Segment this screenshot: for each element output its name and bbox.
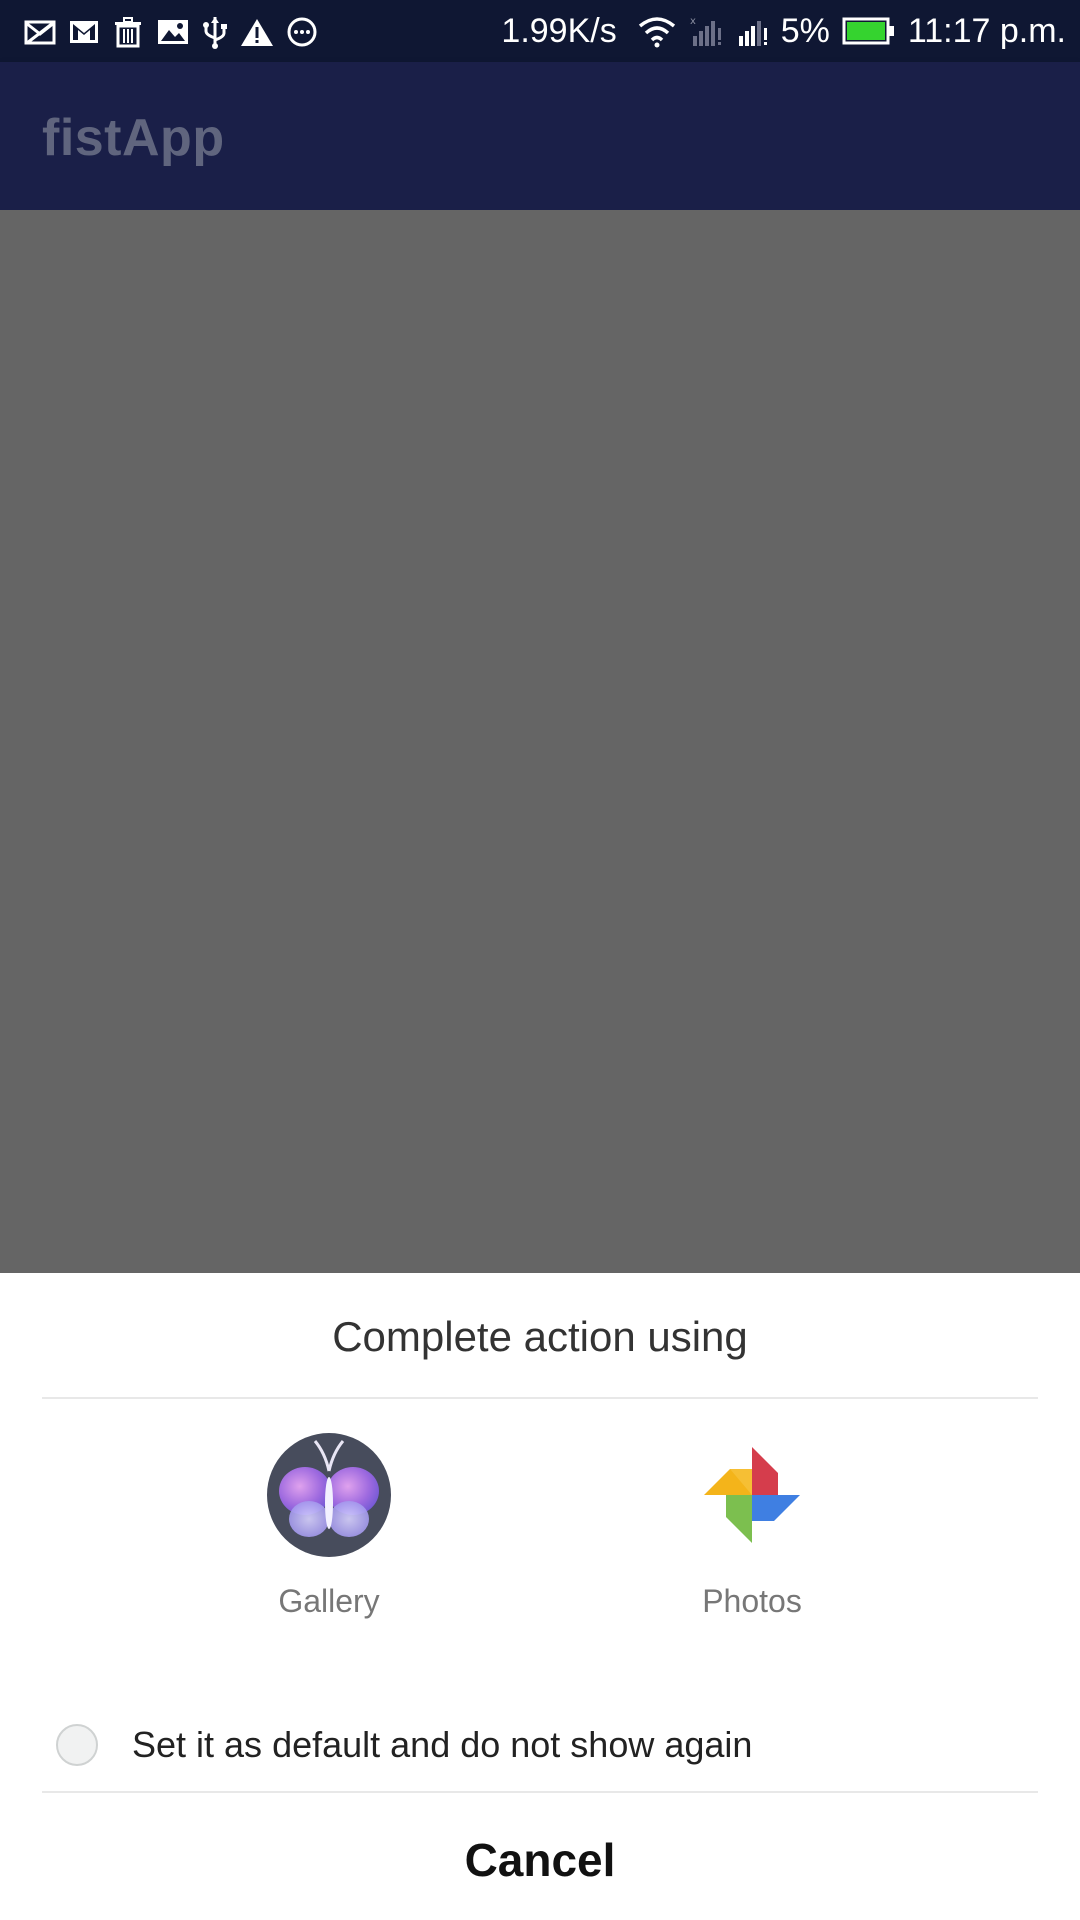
network-speed: 1.99K/s xyxy=(501,11,617,50)
mail-blocked-icon xyxy=(24,20,56,45)
gallery-butterfly-icon xyxy=(267,1433,391,1557)
set-default-checkbox[interactable] xyxy=(56,1724,98,1766)
app-option-photos[interactable]: Photos xyxy=(642,1433,862,1633)
wifi-icon xyxy=(638,17,675,48)
clock: 11:17 p.m. xyxy=(907,11,1066,50)
cancel-button[interactable]: Cancel xyxy=(0,1833,1080,1887)
app-option-label: Gallery xyxy=(278,1583,380,1619)
status-bar: 1.99K/s x 5% 11:17 p.m. xyxy=(0,0,1080,62)
notification-icons xyxy=(24,13,318,51)
app-option-label: Photos xyxy=(702,1583,802,1619)
svg-text:x: x xyxy=(690,16,696,27)
divider xyxy=(42,1791,1038,1793)
set-default-row[interactable]: Set it as default and do not show again xyxy=(56,1715,1036,1775)
dimmed-content-scrim[interactable] xyxy=(0,210,1080,1273)
app-option-gallery[interactable]: Gallery xyxy=(219,1433,439,1633)
image-icon xyxy=(158,20,188,44)
status-indicators: 1.99K/s x 5% 11:17 p.m. xyxy=(501,8,1066,54)
battery-icon xyxy=(842,17,894,45)
divider xyxy=(42,1397,1038,1399)
app-title: fistApp xyxy=(42,109,225,167)
google-photos-pinwheel-icon xyxy=(690,1433,814,1557)
warning-icon xyxy=(241,19,273,46)
gmail-icon xyxy=(70,21,98,43)
signal-sim2-icon xyxy=(738,21,767,46)
more-icon xyxy=(287,17,317,47)
dialog-title: Complete action using xyxy=(332,1313,748,1360)
set-default-label: Set it as default and do not show again xyxy=(132,1724,753,1765)
trash-icon xyxy=(115,17,141,48)
battery-percent: 5% xyxy=(780,11,830,50)
app-chooser-dialog: Complete action using Gallery Photos Set… xyxy=(0,1273,1080,1920)
app-toolbar: fistApp xyxy=(0,62,1080,210)
signal-sim1-empty-icon: x xyxy=(690,16,721,46)
usb-icon xyxy=(203,17,227,49)
